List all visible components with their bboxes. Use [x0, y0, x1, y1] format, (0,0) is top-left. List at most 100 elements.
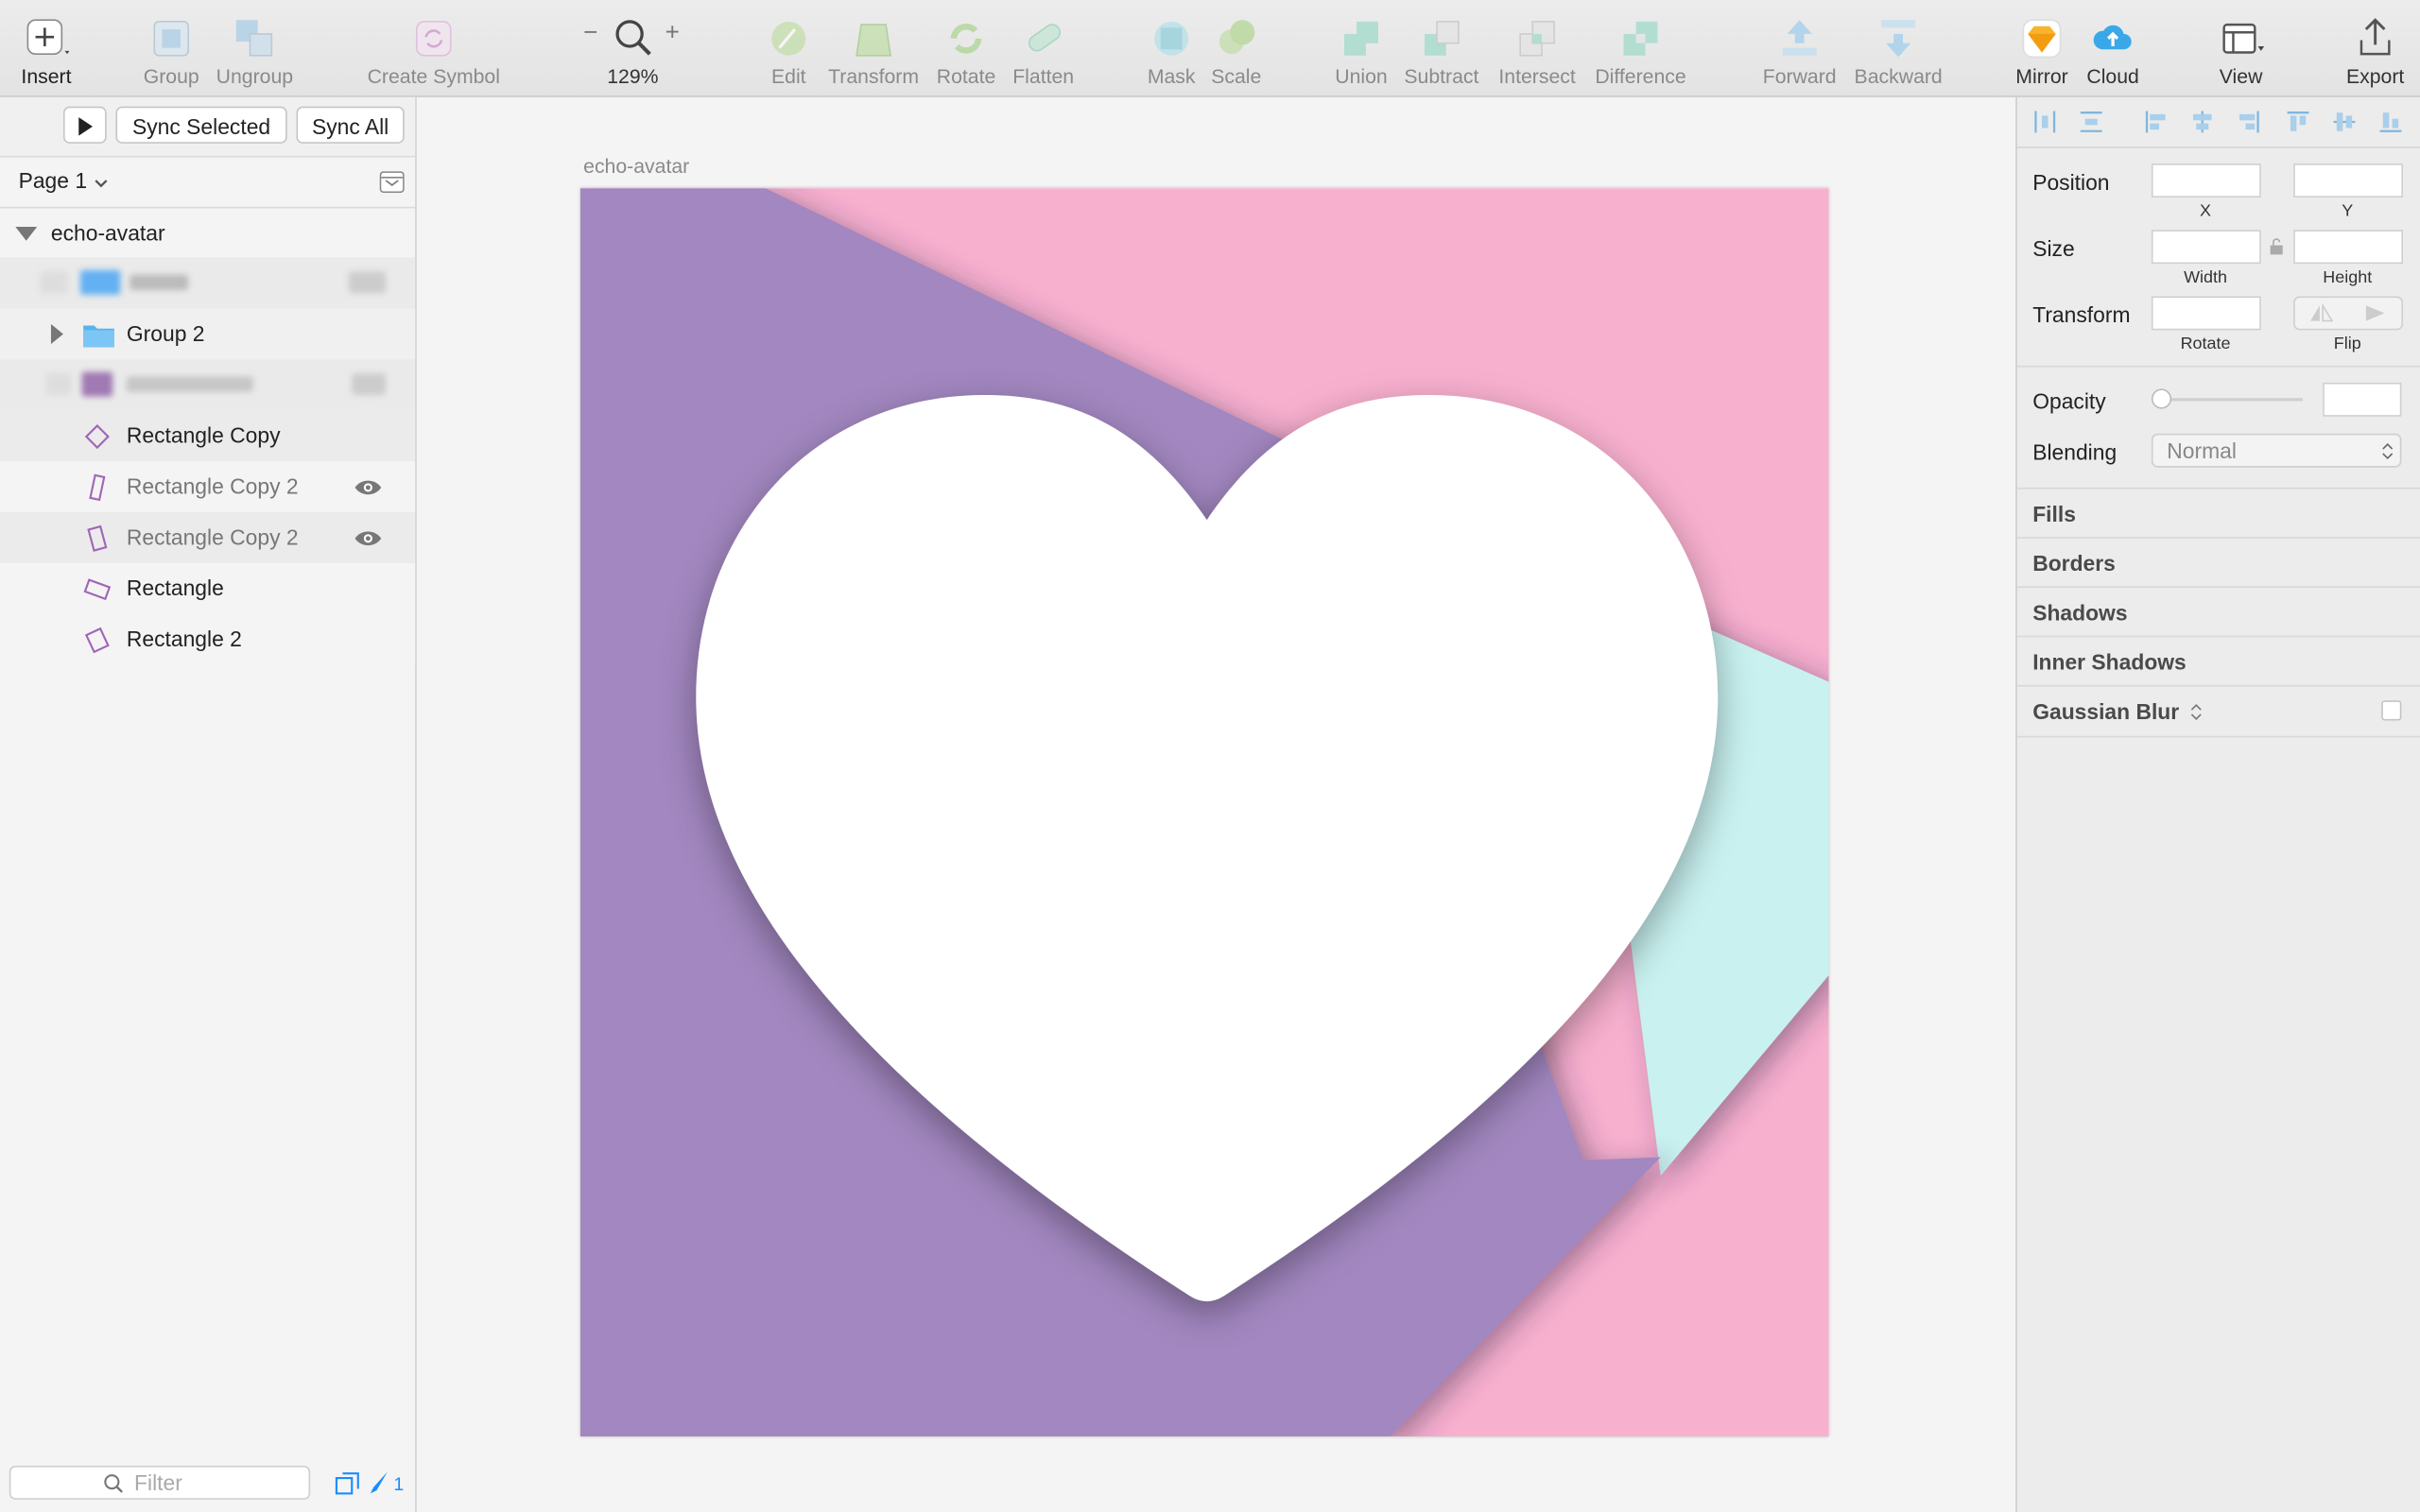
shape-icon [84, 627, 110, 654]
position-label: Position [2032, 169, 2110, 195]
sync-all-button[interactable]: Sync All [296, 106, 405, 144]
play-icon [78, 117, 93, 136]
filter-input[interactable]: Filter [9, 1466, 311, 1500]
layer-rectangle-copy-2[interactable]: Rectangle Copy 2 [0, 512, 416, 563]
shape-icon [87, 524, 108, 552]
flip-horizontal-icon[interactable] [2308, 303, 2335, 323]
align-bottom-icon[interactable] [2378, 110, 2403, 134]
bring-forward-icon [1782, 20, 1817, 56]
canvas[interactable]: echo-avatar [416, 96, 2016, 1512]
subtract-icon [1424, 21, 1460, 56]
create-symbol-button[interactable]: Create Symbol [368, 12, 500, 93]
zoom-out-button[interactable]: − [583, 20, 597, 47]
height-field[interactable] [2293, 230, 2404, 265]
sync-bar: Sync Selected Sync All [0, 96, 416, 158]
layer-rectangle-copy-2[interactable]: Rectangle Copy 2 [0, 461, 416, 513]
transform-icon [856, 24, 891, 57]
scale-icon [1219, 20, 1255, 55]
layer-rectangle[interactable]: Rectangle [0, 562, 416, 614]
shape-icon [83, 578, 112, 601]
y-caption: Y [2342, 201, 2354, 221]
symbols-filter-icon[interactable] [335, 1472, 359, 1495]
layer-group-2[interactable]: Group 2 [0, 308, 416, 360]
blurred-layer-row[interactable] [0, 359, 416, 411]
align-center-icon[interactable] [2190, 110, 2215, 134]
folder-icon [83, 325, 114, 348]
flip-vertical-icon[interactable] [2363, 304, 2388, 323]
fills-section[interactable]: Fills [2016, 487, 2420, 539]
cloud-button[interactable]: Cloud [2066, 12, 2159, 93]
height-caption: Height [2323, 268, 2373, 287]
shape-icon [84, 423, 110, 450]
blending-select[interactable]: Normal [2151, 433, 2402, 468]
brush-icon[interactable] [366, 1470, 389, 1495]
symbol-icon [415, 21, 452, 57]
position-y-field[interactable] [2293, 163, 2404, 198]
mask-icon [1154, 21, 1189, 56]
blur-type-arrows-icon[interactable] [2190, 702, 2203, 722]
distribute-vertical-icon[interactable] [2079, 110, 2103, 134]
gaussian-blur-section[interactable]: Gaussian Blur [2016, 684, 2420, 738]
collapse-pages-icon[interactable] [379, 171, 405, 194]
avatar-artwork [579, 188, 1829, 1436]
artboard-layer[interactable]: echo-avatar [0, 208, 416, 260]
artboard-title[interactable]: echo-avatar [583, 154, 689, 177]
difference-button[interactable]: Difference [1595, 12, 1687, 93]
send-backward-icon [1881, 20, 1916, 58]
zoom-in-button[interactable]: + [666, 20, 680, 47]
select-arrows-icon [2382, 443, 2394, 460]
blending-value: Normal [2167, 438, 2237, 463]
disclosure-triangle-right-icon[interactable] [50, 323, 63, 345]
ungroup-icon [235, 20, 273, 57]
sync-selected-button[interactable]: Sync Selected [115, 106, 287, 144]
align-top-icon[interactable] [2286, 110, 2310, 134]
opacity-label: Opacity [2032, 388, 2106, 414]
shape-icon [89, 473, 106, 502]
size-label: Size [2032, 235, 2075, 261]
artboard-echo-avatar[interactable] [579, 188, 1829, 1436]
disclosure-triangle-icon[interactable] [15, 226, 38, 241]
opacity-slider-track[interactable] [2163, 398, 2303, 402]
view-icon [2222, 23, 2265, 54]
intersect-icon [1519, 21, 1555, 57]
page-selector[interactable]: Page 1 [0, 158, 416, 209]
rotate-icon [950, 23, 982, 54]
view-button[interactable]: View [2195, 12, 2288, 93]
eye-icon[interactable] [354, 529, 383, 548]
play-button[interactable] [62, 106, 107, 144]
chevron-down-icon [95, 180, 108, 188]
backward-button[interactable]: Backward [1852, 12, 1945, 93]
shadows-section[interactable]: Shadows [2016, 586, 2420, 637]
align-middle-icon[interactable] [2332, 110, 2357, 134]
group-icon [153, 21, 189, 57]
export-button[interactable]: Export [2329, 12, 2420, 93]
align-right-icon[interactable] [2237, 110, 2261, 134]
ungroup-button[interactable]: Ungroup [208, 12, 301, 93]
scale-button[interactable]: Scale [1190, 12, 1283, 93]
rotate-field[interactable] [2151, 296, 2261, 331]
lock-icon[interactable] [2269, 237, 2284, 256]
width-caption: Width [2184, 268, 2228, 287]
layer-rectangle-copy[interactable]: Rectangle Copy [0, 410, 416, 462]
position-x-field[interactable] [2151, 163, 2261, 198]
layer-rectangle-2[interactable]: Rectangle 2 [0, 613, 416, 665]
transform-label: Transform [2032, 301, 2131, 328]
borders-section[interactable]: Borders [2016, 537, 2420, 588]
eye-icon[interactable] [354, 478, 383, 497]
flip-control[interactable] [2293, 296, 2404, 331]
edit-icon [771, 21, 806, 56]
align-left-icon[interactable] [2144, 110, 2169, 134]
blending-label: Blending [2032, 439, 2118, 465]
flatten-icon [1028, 24, 1062, 52]
opacity-field[interactable] [2323, 382, 2402, 417]
width-field[interactable] [2151, 230, 2261, 265]
inner-shadows-section[interactable]: Inner Shadows [2016, 635, 2420, 687]
flatten-button[interactable]: Flatten [997, 12, 1090, 93]
union-icon [1344, 21, 1378, 56]
insert-button[interactable]: Insert [0, 12, 93, 93]
distribute-horizontal-icon[interactable] [2032, 110, 2057, 134]
blurred-layer-row[interactable] [0, 257, 416, 309]
gaussian-blur-checkbox[interactable] [2381, 700, 2402, 721]
opacity-slider-knob[interactable] [2151, 388, 2172, 409]
difference-icon [1623, 21, 1658, 56]
